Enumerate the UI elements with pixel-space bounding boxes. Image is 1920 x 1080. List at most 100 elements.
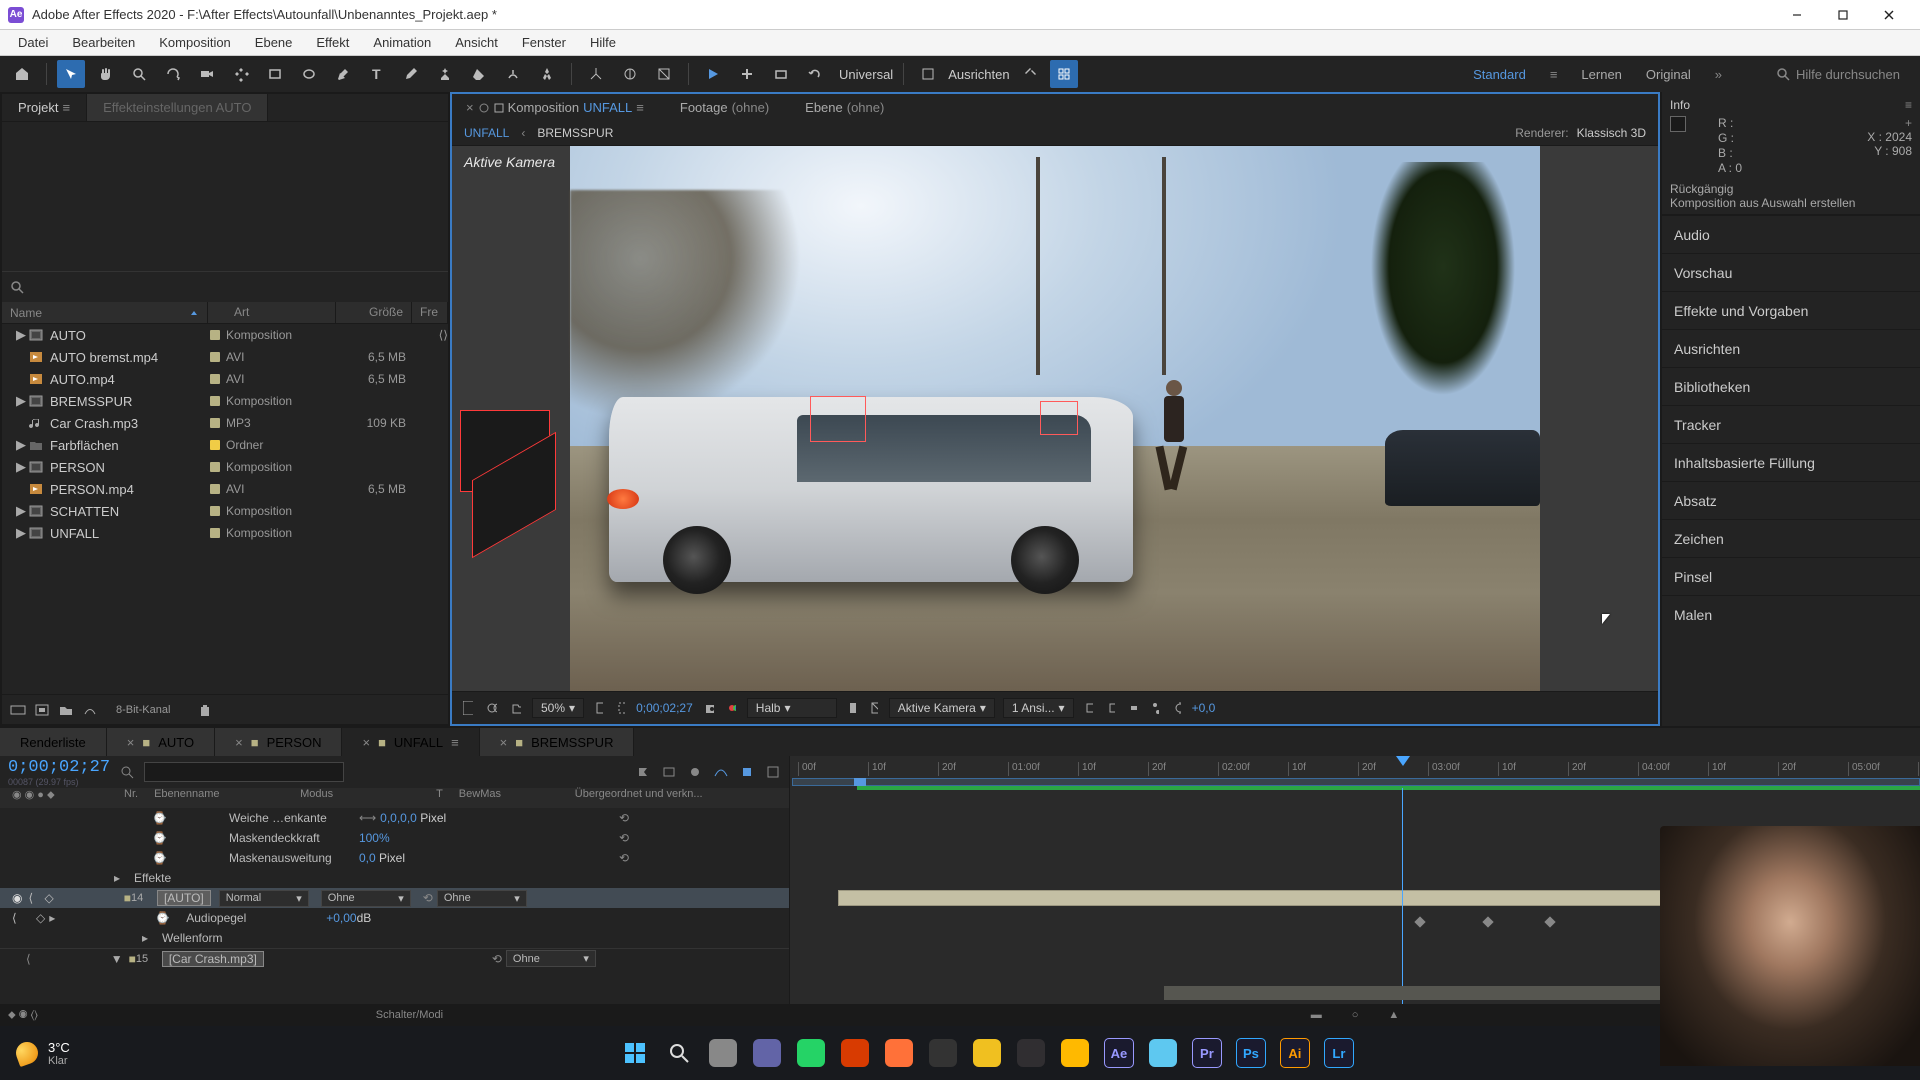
minimize-button[interactable] <box>1774 0 1820 30</box>
menu-effekt[interactable]: Effekt <box>304 35 361 50</box>
convert-tool[interactable] <box>767 60 795 88</box>
taskbar-obs[interactable] <box>1013 1035 1049 1071</box>
motion-blur-icon[interactable] <box>687 764 703 780</box>
menu-bearbeiten[interactable]: Bearbeiten <box>60 35 147 50</box>
panel-section-vorschau[interactable]: Vorschau <box>1662 253 1920 291</box>
resolution-dropdown[interactable]: Halb▾ <box>747 698 837 718</box>
taskbar-ae[interactable]: Ae <box>1101 1035 1137 1071</box>
tab-layer[interactable]: Ebene(ohne) <box>799 100 890 115</box>
timeline-ruler[interactable]: 00f10f20f01:00f10f20f02:00f10f20f03:00f1… <box>790 756 1920 788</box>
snap-icon[interactable] <box>914 60 942 88</box>
snap-options-icon[interactable] <box>1016 60 1044 88</box>
workspace-menu-icon[interactable]: ≡ <box>1550 67 1558 82</box>
new-comp-icon[interactable] <box>34 703 50 717</box>
graph-editor-icon[interactable] <box>713 764 729 780</box>
renderer-value[interactable]: Klassisch 3D <box>1577 126 1646 140</box>
taskbar-notepad[interactable] <box>1145 1035 1181 1071</box>
panel-section-inhaltsbasierte-füllung[interactable]: Inhaltsbasierte Füllung <box>1662 443 1920 481</box>
alpha-icon[interactable] <box>460 701 476 715</box>
taskbar-illustrator[interactable]: Ai <box>1277 1035 1313 1071</box>
menu-komposition[interactable]: Komposition <box>147 35 243 50</box>
prop-feather[interactable]: ⌚ Weiche …enkante ⟷ 0,0,0,0 Pixel ⟲ <box>0 808 789 828</box>
taskbar-search[interactable] <box>661 1035 697 1071</box>
frame-blend-icon[interactable] <box>661 764 677 780</box>
taskbar-files[interactable] <box>1057 1035 1093 1071</box>
view-dropdown[interactable]: Aktive Kamera▾ <box>889 698 995 718</box>
breadcrumb-unfall[interactable]: UNFALL <box>464 126 509 140</box>
project-item-4[interactable]: Car Crash.mp3MP3109 KB <box>2 412 448 434</box>
breadcrumb-bremsspur[interactable]: BREMSSPUR <box>537 126 613 140</box>
project-item-7[interactable]: PERSON.mp4AVI6,5 MB <box>2 478 448 500</box>
timeline-tab-person[interactable]: ×■PERSON <box>215 728 342 756</box>
tab-effect-controls[interactable]: Effekteinstellungen AUTO <box>87 94 268 121</box>
prop-opacity[interactable]: ⌚ Maskendeckkraft 100% ⟲ <box>0 828 789 848</box>
view-axis-tool[interactable] <box>650 60 678 88</box>
rectangle-tool[interactable] <box>261 60 289 88</box>
effects-group[interactable]: ▸ Effekte <box>0 868 789 888</box>
project-item-3[interactable]: ▶BREMSSPURKomposition <box>2 390 448 412</box>
prop-expansion[interactable]: ⌚ Maskenausweitung 0,0 Pixel ⟲ <box>0 848 789 868</box>
timeline-tab-unfall[interactable]: ×■UNFALL≡ <box>342 728 479 756</box>
mask-icon[interactable] <box>508 701 524 715</box>
waveform-group[interactable]: ▸ Wellenform <box>0 928 789 948</box>
toggle-switches[interactable]: Schalter/Modi <box>376 1009 443 1021</box>
taskbar-firefox[interactable] <box>881 1035 917 1071</box>
menu-fenster[interactable]: Fenster <box>510 35 578 50</box>
workspace-overflow-icon[interactable]: » <box>1715 67 1722 82</box>
project-item-6[interactable]: ▶PERSONKomposition <box>2 456 448 478</box>
taskbar-photoshop[interactable]: Ps <box>1233 1035 1269 1071</box>
timeline-tab-auto[interactable]: ×■AUTO <box>107 728 215 756</box>
project-list[interactable]: ▶AUTOKomposition⟨⟩AUTO bremst.mp4AVI6,5 … <box>2 324 448 694</box>
text-tool[interactable]: T <box>363 60 391 88</box>
taskbar-calc[interactable] <box>969 1035 1005 1071</box>
show-channel-icon[interactable] <box>725 701 739 715</box>
info-menu-icon[interactable]: ≡ <box>1905 98 1912 112</box>
new-adjustment-icon[interactable] <box>82 703 98 717</box>
comp-flowchart-icon[interactable] <box>1148 701 1162 715</box>
timeline-tab-bremsspur[interactable]: ×■BREMSSPUR <box>480 728 635 756</box>
workspace-standard[interactable]: Standard <box>1473 67 1526 82</box>
roto-tool[interactable] <box>499 60 527 88</box>
panel-section-effekte-und-vorgaben[interactable]: Effekte und Vorgaben <box>1662 291 1920 329</box>
panel-section-malen[interactable]: Malen <box>1662 595 1920 633</box>
new-folder-icon[interactable] <box>58 703 74 717</box>
add-vertex-tool[interactable] <box>733 60 761 88</box>
menu-animation[interactable]: Animation <box>361 35 443 50</box>
project-item-8[interactable]: ▶SCHATTENKomposition <box>2 500 448 522</box>
taskbar-lightroom[interactable]: Lr <box>1321 1035 1357 1071</box>
panel-section-pinsel[interactable]: Pinsel <box>1662 557 1920 595</box>
tab-composition[interactable]: × KompositionUNFALL≡ <box>460 100 650 115</box>
timeline-timecode[interactable]: 0;00;02;27 <box>8 758 110 777</box>
resolution-icon[interactable] <box>592 701 606 715</box>
panel-section-absatz[interactable]: Absatz <box>1662 481 1920 519</box>
workspace-original[interactable]: Original <box>1646 67 1691 82</box>
timeline-icon[interactable] <box>1126 701 1140 715</box>
taskbar-premiere[interactable]: Pr <box>1189 1035 1225 1071</box>
home-tool[interactable] <box>8 60 36 88</box>
zoom-dropdown[interactable]: 50%▾ <box>532 698 584 718</box>
taskbar-office[interactable] <box>837 1035 873 1071</box>
clone-tool[interactable] <box>431 60 459 88</box>
pan-behind-tool[interactable] <box>227 60 255 88</box>
exposure-icon[interactable] <box>1170 701 1184 715</box>
exposure-value[interactable]: +0,0 <box>1192 701 1216 715</box>
layer-15[interactable]: ⟨ ▼ ■ 15 [Car Crash.mp3] ⟲ Ohne▾ <box>0 948 789 968</box>
trash-icon[interactable] <box>198 703 212 717</box>
rotate-tool[interactable] <box>159 60 187 88</box>
fast-preview-icon[interactable] <box>1104 701 1118 715</box>
project-item-2[interactable]: AUTO.mp4AVI6,5 MB <box>2 368 448 390</box>
ellipse-tool[interactable] <box>295 60 323 88</box>
views-count-dropdown[interactable]: 1 Ansi...▾ <box>1003 698 1074 718</box>
shy-icon[interactable] <box>635 764 651 780</box>
menu-ansicht[interactable]: Ansicht <box>443 35 510 50</box>
panel-section-zeichen[interactable]: Zeichen <box>1662 519 1920 557</box>
3d-icon[interactable] <box>867 701 881 715</box>
menu-datei[interactable]: Datei <box>6 35 60 50</box>
timeline-tab-renderliste[interactable]: Renderliste <box>0 728 107 756</box>
snap-grid-icon[interactable] <box>1050 60 1078 88</box>
local-axis-tool[interactable] <box>582 60 610 88</box>
comp-marker-icon[interactable] <box>765 764 781 780</box>
menu-ebene[interactable]: Ebene <box>243 35 305 50</box>
composition-viewer[interactable]: Aktive Kamera <box>452 146 1658 691</box>
taskbar-windows[interactable] <box>617 1035 653 1071</box>
